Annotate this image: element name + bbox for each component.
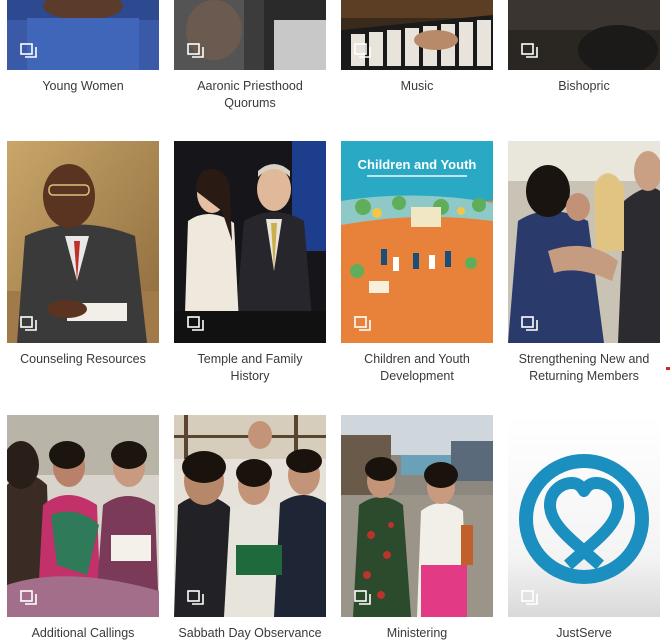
card-image[interactable] (174, 415, 326, 617)
card-temple-family-history[interactable]: Temple and Family History (174, 141, 326, 385)
card-image[interactable] (508, 141, 660, 343)
card-label[interactable]: JustServe (508, 625, 660, 642)
card-image[interactable] (174, 141, 326, 343)
card-image[interactable] (7, 415, 159, 617)
card-ministering[interactable]: Ministering (341, 415, 493, 642)
card-strengthening-members[interactable]: Strengthening New and Returning Members (508, 141, 660, 385)
card-image[interactable] (341, 0, 493, 70)
card-image[interactable] (7, 0, 159, 70)
collection-icon (187, 316, 204, 331)
collection-icon (521, 590, 538, 605)
card-label[interactable]: Sabbath Day Observance (174, 625, 326, 642)
collection-icon (187, 43, 204, 58)
card-sabbath-day[interactable]: Sabbath Day Observance (174, 415, 326, 642)
sabbath-day-photo (174, 415, 326, 617)
card-additional-callings[interactable]: Additional Callings (7, 415, 159, 642)
collection-icon (20, 590, 37, 605)
card-label[interactable]: Children and Youth Development (341, 351, 493, 385)
counseling-resources-photo (7, 141, 159, 343)
card-counseling-resources[interactable]: Counseling Resources (7, 141, 159, 368)
card-image[interactable] (508, 0, 660, 70)
collection-icon (354, 316, 371, 331)
justserve-logo (508, 415, 660, 617)
collection-icon (521, 316, 538, 331)
edge-marker (666, 367, 670, 370)
collection-icon (354, 590, 371, 605)
card-image[interactable] (341, 415, 493, 617)
collection-icon (20, 316, 37, 331)
additional-callings-photo (7, 415, 159, 617)
card-image[interactable] (174, 0, 326, 70)
card-children-youth[interactable]: Children and Youth Children and Youth De… (341, 141, 493, 385)
young-women-photo (7, 0, 159, 70)
strengthening-members-photo (508, 141, 660, 343)
collection-icon (20, 43, 37, 58)
card-music[interactable]: Music (341, 0, 493, 95)
collection-icon (187, 590, 204, 605)
bishopric-photo (508, 0, 660, 70)
card-label[interactable]: Strengthening New and Returning Members (508, 351, 660, 385)
collection-grid: Young Women Aaronic Priesthood Quorums M… (0, 0, 670, 644)
card-label[interactable]: Aaronic Priesthood Quorums (174, 78, 326, 112)
card-label[interactable]: Music (341, 78, 493, 95)
card-young-women[interactable]: Young Women (7, 0, 159, 95)
collection-icon (354, 43, 371, 58)
music-photo (341, 0, 493, 70)
cover-title: Children and Youth (358, 157, 477, 172)
card-aaronic-priesthood[interactable]: Aaronic Priesthood Quorums (174, 0, 326, 112)
card-label[interactable]: Temple and Family History (174, 351, 326, 385)
card-image[interactable] (7, 141, 159, 343)
card-justserve[interactable]: JustServe (508, 415, 660, 642)
card-label[interactable]: Additional Callings (7, 625, 159, 642)
children-youth-cover: Children and Youth (341, 141, 493, 343)
card-bishopric[interactable]: Bishopric (508, 0, 660, 95)
aaronic-priesthood-photo (174, 0, 326, 70)
temple-family-history-photo (174, 141, 326, 343)
card-label[interactable]: Ministering (341, 625, 493, 642)
card-label[interactable]: Young Women (7, 78, 159, 95)
card-label[interactable]: Counseling Resources (7, 351, 159, 368)
card-image[interactable]: Children and Youth (341, 141, 493, 343)
collection-icon (521, 43, 538, 58)
ministering-photo (341, 415, 493, 617)
card-label[interactable]: Bishopric (508, 78, 660, 95)
card-image[interactable] (508, 415, 660, 617)
